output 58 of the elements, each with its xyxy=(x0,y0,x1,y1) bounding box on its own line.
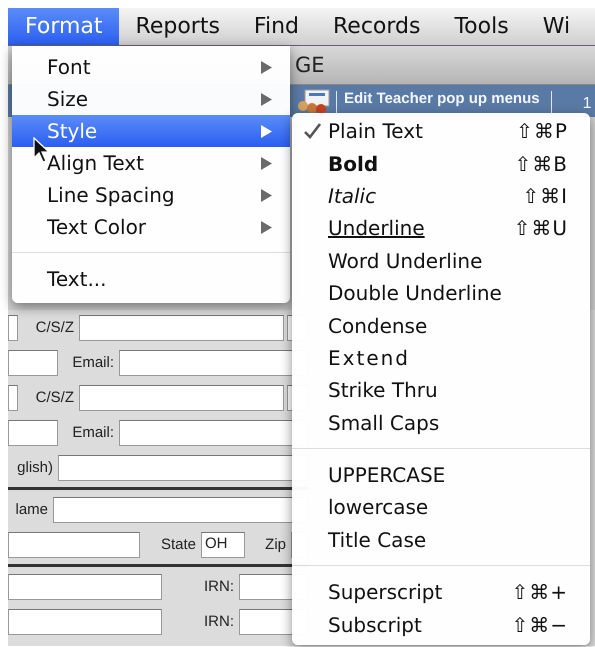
field-label: State xyxy=(160,536,197,553)
menu-item[interactable]: Bold ⇧⌘B xyxy=(292,147,590,180)
field-label: IRN: xyxy=(203,613,235,630)
menu-item[interactable]: Line Spacing xyxy=(12,179,290,211)
menu-item[interactable]: Text Color xyxy=(12,211,290,243)
submenu-arrow-icon xyxy=(261,92,272,106)
input-field[interactable] xyxy=(8,350,58,376)
menu-bar-item[interactable]: Tools xyxy=(437,8,526,45)
menu-item[interactable]: Style xyxy=(12,115,290,147)
field-label: IRN: xyxy=(203,578,235,595)
menu-item[interactable]: lowercase xyxy=(292,491,590,524)
field-label: Email: xyxy=(71,354,115,371)
people-card-icon[interactable] xyxy=(295,89,331,115)
menu-item[interactable]: Align Text xyxy=(12,147,290,179)
menu-item[interactable]: Double Underline xyxy=(292,276,590,310)
field-label: lame xyxy=(14,501,49,518)
menu-item[interactable]: Extend xyxy=(292,342,590,374)
menu-bar-item[interactable]: Format xyxy=(8,8,119,45)
submenu-arrow-icon xyxy=(261,124,272,138)
input-field[interactable] xyxy=(79,384,284,410)
field-label: glish) xyxy=(16,459,54,476)
submenu-arrow-icon xyxy=(261,60,272,74)
field-label: C/S/Z xyxy=(34,389,75,406)
input-field[interactable] xyxy=(8,420,58,446)
submenu-arrow-icon xyxy=(261,156,272,170)
input-field[interactable] xyxy=(8,574,162,600)
input-field[interactable] xyxy=(8,532,140,558)
menu-item[interactable]: Size xyxy=(12,83,290,115)
menu-item[interactable]: Subscript ⇧⌘− xyxy=(292,608,590,641)
menu-item[interactable]: Condense xyxy=(292,309,590,342)
toolbar-text: 1 xyxy=(582,94,592,113)
menu-item[interactable]: Underline ⇧⌘U xyxy=(292,212,590,245)
field-label: Zip xyxy=(264,536,287,553)
menu-item[interactable]: UPPERCASE xyxy=(292,458,590,492)
submenu-arrow-icon xyxy=(261,220,272,234)
menu-bar-item[interactable]: Wi xyxy=(526,8,588,45)
input-field[interactable]: OH xyxy=(201,532,245,558)
menu-bar-item[interactable]: Reports xyxy=(118,8,237,45)
menu-item[interactable]: Superscript ⇧⌘+ xyxy=(292,576,590,608)
menu-bar-item[interactable]: Records xyxy=(316,8,438,45)
toolbar-link[interactable]: Edit Teacher pop up menus xyxy=(342,89,546,107)
menu-item[interactable]: Text... xyxy=(12,263,290,295)
input-field[interactable] xyxy=(8,608,162,634)
menu-item[interactable]: Title Case xyxy=(292,524,590,556)
input-field[interactable] xyxy=(8,314,18,340)
input-field[interactable] xyxy=(8,384,18,410)
menu-item[interactable]: Font xyxy=(12,51,290,83)
menu-item[interactable]: Word Underline xyxy=(292,244,590,277)
menu-item[interactable]: Plain Text ⇧⌘P xyxy=(292,115,590,148)
menu-bar-item[interactable]: Find xyxy=(236,8,316,45)
submenu-arrow-icon xyxy=(261,188,272,202)
field-label: C/S/Z xyxy=(34,319,75,336)
menu-item[interactable]: Small Caps xyxy=(292,406,590,439)
field-label: Email: xyxy=(71,424,115,441)
menu-item[interactable]: Italic ⇧⌘I xyxy=(292,180,590,212)
window-title: GE xyxy=(295,53,325,77)
input-field[interactable] xyxy=(79,314,284,340)
menu-item[interactable]: Strike Thru xyxy=(292,374,590,407)
